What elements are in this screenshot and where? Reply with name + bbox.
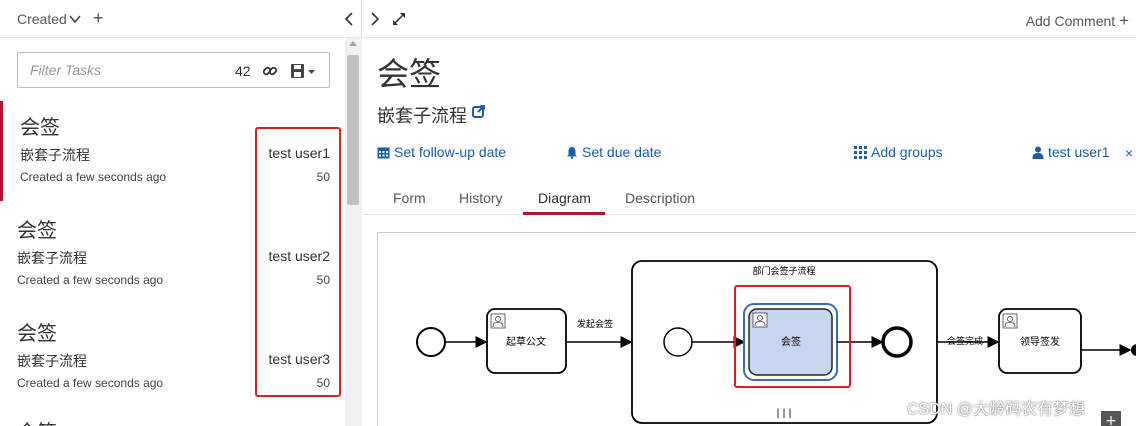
- follow-up-label: Set follow-up date: [394, 144, 507, 160]
- plus-icon: +: [1119, 11, 1129, 30]
- set-follow-up-date-button[interactable]: Set follow-up date: [377, 144, 506, 160]
- set-due-date-button[interactable]: Set due date: [566, 144, 661, 160]
- add-comment-label: Add Comment: [1025, 13, 1116, 29]
- watermark: CSDN @大龄码农有梦想: [907, 401, 1086, 418]
- task-draft-label: 起草公文: [506, 335, 546, 348]
- filter-tasks-input[interactable]: Filter Tasks 42: [17, 52, 330, 88]
- task-list-header: Created +: [0, 0, 362, 38]
- task-name-heading: 会签: [377, 56, 442, 92]
- calendar-icon: [377, 147, 390, 159]
- task-detail-panel: Add Comment + 会签 嵌套子流程 Set follow-up dat…: [363, 0, 1136, 426]
- task-detail-header: Add Comment +: [363, 0, 1136, 38]
- task-title: 会签: [17, 323, 57, 345]
- due-date-label: Set due date: [582, 144, 662, 160]
- scroll-up-arrow-icon[interactable]: [349, 41, 357, 46]
- subprocess-label: 部门会签子流程: [752, 265, 815, 277]
- remove-assignee-button[interactable]: ×: [1125, 145, 1133, 161]
- flow-done-label: 会签完成: [947, 335, 983, 347]
- task-process-name: 嵌套子流程: [20, 147, 90, 163]
- user-task-leader[interactable]: 领导签发: [998, 308, 1082, 374]
- zoom-plus-icon: +: [1105, 413, 1117, 426]
- tab-history[interactable]: History: [459, 190, 503, 206]
- add-groups-button[interactable]: Add groups: [854, 144, 943, 160]
- task-tabs: Form History Diagram Description: [363, 180, 1136, 215]
- external-link-icon[interactable]: [472, 104, 486, 118]
- user-task-draft[interactable]: 起草公文: [486, 308, 567, 374]
- task-list-panel: Created + Filter Tasks 42 会签 嵌套子流程 test …: [0, 0, 362, 426]
- highlight-annotation: [734, 285, 851, 388]
- task-title-partial[interactable]: 会签: [17, 416, 57, 426]
- chevron-down-icon[interactable]: [68, 12, 82, 26]
- process-definition-link[interactable]: 嵌套子流程: [377, 102, 467, 128]
- chevron-left-icon[interactable]: [343, 12, 355, 26]
- task-title: 会签: [20, 117, 60, 139]
- subprocess-start-event[interactable]: [663, 327, 693, 357]
- task-process-name: 嵌套子流程: [17, 250, 87, 266]
- tab-description[interactable]: Description: [625, 190, 695, 206]
- link-icon[interactable]: [262, 63, 278, 79]
- task-created: Created a few seconds ago: [17, 376, 164, 390]
- highlight-annotation: [255, 127, 341, 397]
- task-leader-label: 领导签发: [1020, 335, 1060, 348]
- filter-count: 42: [235, 63, 251, 79]
- filter-placeholder: Filter Tasks: [30, 62, 102, 78]
- sort-dropdown-label[interactable]: Created: [17, 11, 67, 27]
- add-groups-label: Add groups: [871, 144, 943, 160]
- chevron-right-icon[interactable]: [369, 12, 381, 26]
- active-tab-indicator: [523, 212, 605, 215]
- tasklist-app: Created + Filter Tasks 42 会签 嵌套子流程 test …: [0, 0, 1136, 426]
- task-process-name: 嵌套子流程: [17, 353, 87, 369]
- assignee-label: test user1: [1048, 144, 1110, 160]
- scrollbar-thumb[interactable]: [347, 55, 359, 205]
- start-event[interactable]: [416, 327, 446, 357]
- end-event-partial: [1131, 344, 1136, 356]
- assignee-link[interactable]: test user1: [1032, 144, 1109, 160]
- maximize-icon[interactable]: [391, 11, 407, 27]
- bell-icon: [567, 147, 577, 159]
- add-comment-button[interactable]: Add Comment +: [1026, 11, 1129, 31]
- task-created: Created a few seconds ago: [17, 273, 164, 287]
- user-icon: [1032, 146, 1044, 159]
- save-filter-icon[interactable]: [290, 63, 318, 79]
- add-sorting-button[interactable]: +: [93, 8, 104, 28]
- task-title: 会签: [17, 220, 57, 242]
- subprocess-end-event[interactable]: [881, 326, 913, 358]
- tab-form[interactable]: Form: [393, 190, 426, 206]
- task-created: Created a few seconds ago: [20, 170, 167, 184]
- tab-diagram[interactable]: Diagram: [538, 190, 591, 206]
- grid-icon: [854, 146, 867, 159]
- flow-issue-label: 发起会签: [577, 318, 613, 330]
- multi-instance-marker: |||: [775, 408, 793, 419]
